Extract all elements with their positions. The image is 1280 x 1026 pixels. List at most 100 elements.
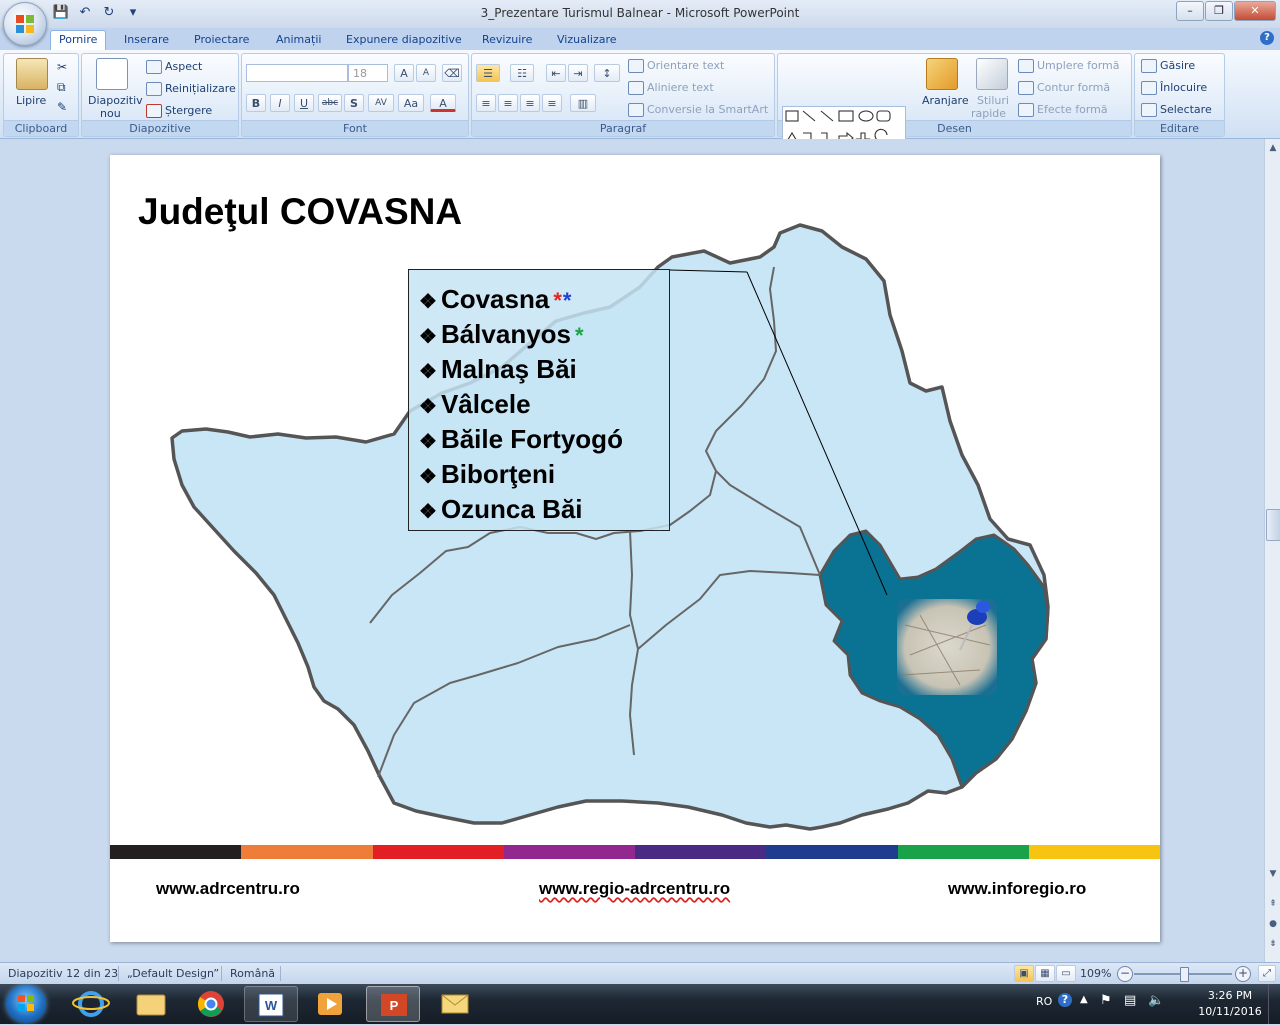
text-direction-button[interactable]: Orientare text (628, 59, 724, 73)
new-slide-label-2[interactable]: nou (100, 107, 121, 120)
chrome-taskbar-icon[interactable] (184, 986, 238, 1022)
shape-effects-button[interactable]: Efecte formă (1018, 103, 1108, 117)
language-indicator[interactable]: Română (230, 967, 275, 980)
new-slide-icon[interactable] (96, 58, 128, 90)
underline-button[interactable]: U (294, 94, 314, 112)
tab-proiectare[interactable]: Proiectare (186, 31, 257, 50)
reset-button[interactable]: Reinițializare (146, 82, 236, 96)
zoom-level[interactable]: 109% (1080, 967, 1111, 980)
replace-button[interactable]: Înlocuire (1141, 81, 1207, 95)
change-case-button[interactable]: Aa (398, 94, 424, 112)
tab-pornire[interactable]: Pornire (50, 30, 107, 50)
tab-vizualizare[interactable]: Vizualizare (549, 31, 625, 50)
select-button[interactable]: Selectare (1141, 103, 1212, 117)
paste-button[interactable]: Lipire (16, 94, 46, 107)
word-taskbar-icon[interactable]: W (244, 986, 298, 1022)
italic-button[interactable]: I (270, 94, 290, 112)
decrease-indent-icon[interactable]: ⇤ (546, 64, 566, 82)
shape-outline-button[interactable]: Contur formă (1018, 81, 1110, 95)
paste-icon[interactable] (16, 58, 48, 90)
font-size-field[interactable]: 18 (348, 64, 388, 82)
outlook-taskbar-icon[interactable] (428, 986, 482, 1022)
scroll-up-icon[interactable]: ▲ (1267, 143, 1279, 153)
minimize-button[interactable]: – (1176, 1, 1204, 21)
format-painter-icon[interactable]: ✎ (57, 100, 67, 114)
input-language[interactable]: RO (1036, 995, 1052, 1008)
cut-icon[interactable]: ✂ (57, 60, 67, 74)
slide-sorter-icon[interactable]: ▦ (1035, 965, 1055, 982)
start-button[interactable] (6, 985, 46, 1023)
scroll-thumb[interactable] (1266, 509, 1280, 541)
font-name-field[interactable] (246, 64, 348, 82)
quick-styles-icon[interactable] (976, 58, 1008, 90)
shadow-button[interactable]: S (344, 94, 364, 112)
tab-animatii[interactable]: Animații (268, 31, 329, 50)
tab-inserare[interactable]: Inserare (116, 31, 177, 50)
clock-date[interactable]: 10/11/2016 (1196, 1005, 1264, 1018)
find-button[interactable]: Găsire (1141, 59, 1195, 73)
align-text-button[interactable]: Aliniere text (628, 81, 714, 95)
smartart-button[interactable]: Conversie la SmartArt (628, 103, 768, 117)
font-color-button[interactable]: A (430, 94, 456, 112)
zoom-in-icon[interactable]: + (1235, 966, 1251, 982)
help-tray-icon[interactable]: ? (1058, 993, 1072, 1007)
quick-styles-button-2[interactable]: rapide (971, 107, 1006, 120)
slide-title[interactable]: Judeţul COVASNA (138, 191, 462, 233)
next-slide-icon[interactable]: ⇟ (1267, 939, 1279, 949)
zoom-slider-thumb[interactable] (1180, 967, 1189, 982)
arrange-button[interactable]: Aranjare (922, 94, 969, 107)
char-spacing-button[interactable]: AV (368, 94, 394, 112)
align-left-icon[interactable]: ≡ (476, 94, 496, 112)
show-desktop-button[interactable] (1268, 984, 1280, 1024)
new-slide-label[interactable]: Diapozitiv (88, 94, 143, 107)
shrink-font-icon[interactable]: A (416, 64, 436, 82)
bullets-icon[interactable]: ☰ (476, 64, 500, 82)
bold-button[interactable]: B (246, 94, 266, 112)
line-spacing-icon[interactable]: ↕ (594, 64, 620, 82)
justify-icon[interactable]: ≡ (542, 94, 562, 112)
theme-name[interactable]: „Default Design” (127, 967, 219, 980)
powerpoint-taskbar-icon[interactable]: P (366, 986, 420, 1022)
footer-link-adrcentru[interactable]: www.adrcentru.ro (156, 879, 300, 899)
layout-button[interactable]: Aspect (146, 60, 202, 74)
slide-canvas[interactable]: Judeţul COVASNA ❖ Covasna ** ❖ Bálvanyos * ❖ Ma… (110, 155, 1160, 942)
flag-icon[interactable]: ⚑ (1100, 993, 1112, 1008)
explorer-taskbar-icon[interactable] (124, 986, 178, 1022)
vertical-scrollbar[interactable]: ▲ ▼ ⇞ ● ⇟ (1264, 139, 1280, 962)
zoom-out-icon[interactable]: − (1117, 966, 1133, 982)
clear-format-icon[interactable]: ⌫ (442, 64, 462, 82)
office-button[interactable] (3, 2, 47, 46)
media-player-taskbar-icon[interactable] (304, 986, 358, 1022)
prev-slide-icon[interactable]: ⇞ (1267, 899, 1279, 909)
help-icon[interactable]: ? (1260, 31, 1274, 45)
slideshow-icon[interactable]: ▭ (1056, 965, 1076, 982)
grow-font-icon[interactable]: A (394, 64, 414, 82)
fit-slide-icon[interactable]: ⤢ (1258, 965, 1276, 982)
numbering-icon[interactable]: ☷ (510, 64, 534, 82)
quick-styles-button[interactable]: Stiluri (977, 94, 1009, 107)
align-center-icon[interactable]: ≡ (498, 94, 518, 112)
tab-revizuire[interactable]: Revizuire (474, 31, 540, 50)
shape-fill-button[interactable]: Umplere formă (1018, 59, 1120, 73)
chevron-up-icon[interactable]: ▲ (1080, 994, 1088, 1005)
scroll-down-icon[interactable]: ▼ (1267, 869, 1279, 879)
tab-expunere[interactable]: Expunere diapozitive (338, 31, 470, 50)
footer-link-regio[interactable]: www.regio-adrcentru.ro (539, 879, 730, 899)
align-right-icon[interactable]: ≡ (520, 94, 540, 112)
volume-icon[interactable]: 🔈 (1148, 993, 1164, 1008)
delete-slide-button[interactable]: Ștergere (146, 104, 212, 118)
columns-icon[interactable]: ▥ (570, 94, 596, 112)
normal-view-icon[interactable]: ▣ (1014, 965, 1034, 982)
strikethrough-button[interactable]: abc (318, 94, 342, 112)
maximize-button[interactable]: ❐ (1205, 1, 1233, 21)
increase-indent-icon[interactable]: ⇥ (568, 64, 588, 82)
close-button[interactable]: ✕ (1234, 1, 1276, 21)
spa-list[interactable]: ❖ Covasna ** ❖ Bálvanyos * ❖ Malnaş Băi ❖ Vâlcele… (408, 269, 670, 531)
select-browse-icon[interactable]: ● (1267, 919, 1279, 929)
ie-taskbar-icon[interactable] (64, 986, 118, 1022)
clock-time[interactable]: 3:26 PM (1200, 989, 1260, 1002)
copy-icon[interactable]: ⧉ (57, 80, 66, 95)
arrange-icon[interactable] (926, 58, 958, 90)
footer-link-inforegio[interactable]: www.inforegio.ro (948, 879, 1086, 899)
network-icon[interactable]: ▤ (1124, 993, 1136, 1008)
